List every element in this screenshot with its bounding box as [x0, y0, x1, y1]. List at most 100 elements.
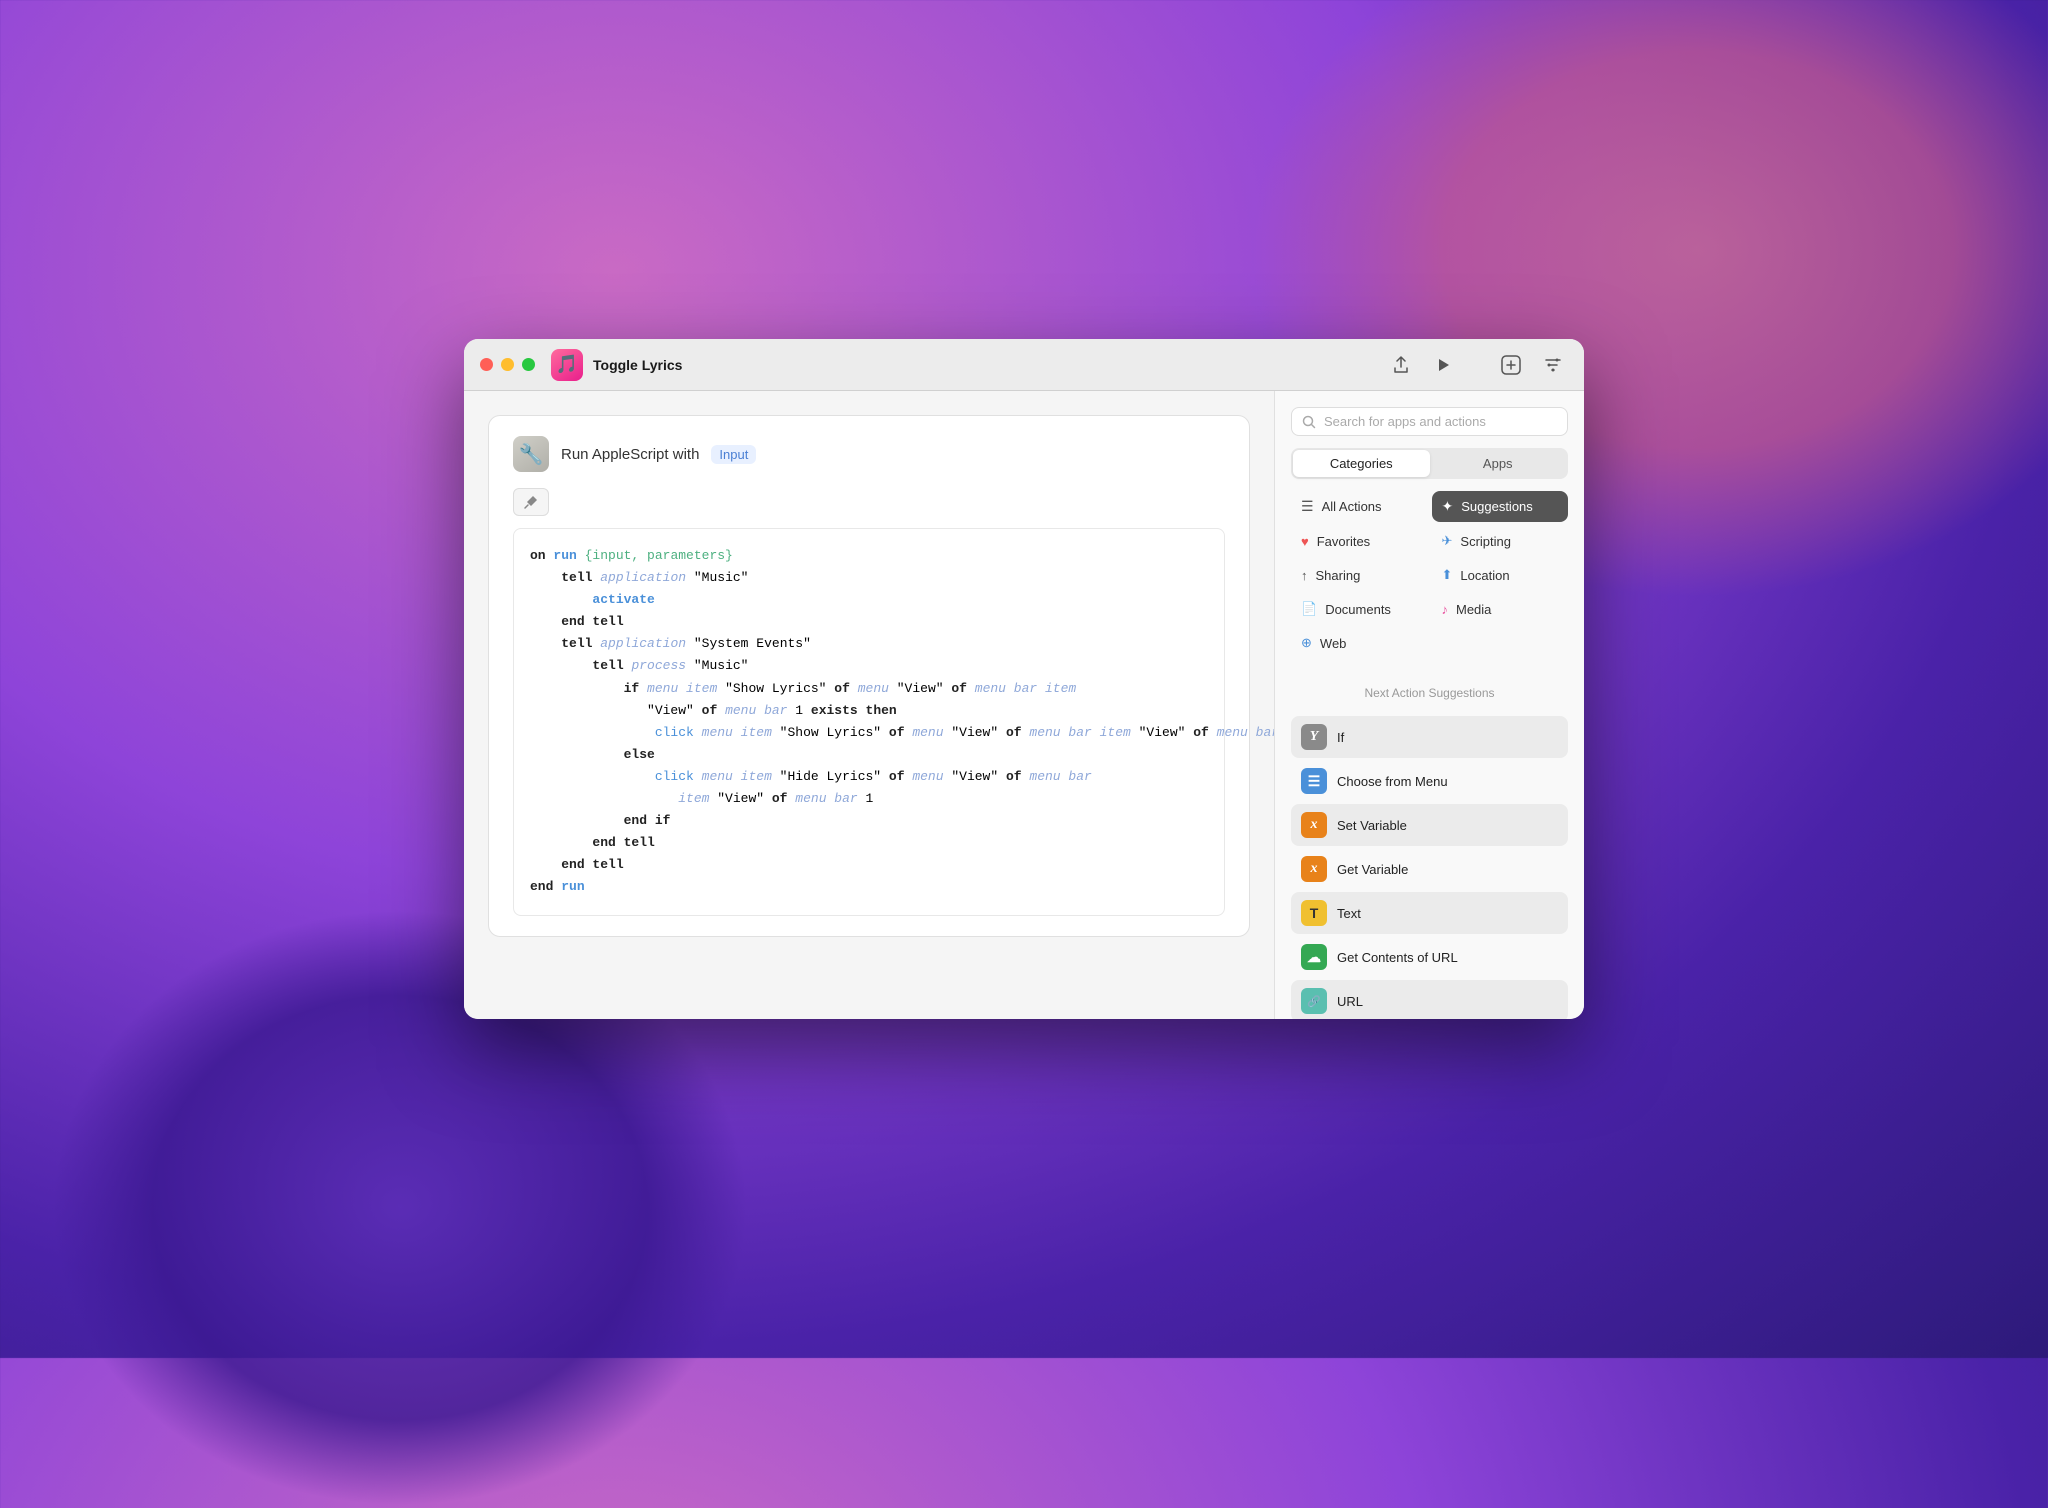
sidebar-item-media[interactable]: ♪ Media [1432, 594, 1569, 624]
code-line: end run [530, 876, 1208, 898]
close-button[interactable] [480, 358, 493, 371]
category-label: Sharing [1316, 568, 1361, 583]
category-label: Web [1320, 636, 1347, 651]
action-label: Get Contents of URL [1337, 950, 1458, 965]
action-icon-if: Y [1301, 724, 1327, 750]
share-cat-icon: ↑ [1301, 568, 1308, 583]
code-line: end tell [530, 832, 1208, 854]
script-header: 🔧 Run AppleScript with Input [513, 436, 1225, 472]
action-item-choose-from-menu[interactable]: ☰ Choose from Menu [1291, 760, 1568, 802]
traffic-lights [480, 358, 535, 371]
right-panel: Categories Apps ☰ All Actions ✦ Suggesti… [1274, 391, 1584, 1019]
code-line: click menu item "Show Lyrics" of menu "V… [530, 722, 1208, 744]
script-icon: ✈ [1442, 533, 1453, 549]
action-item-get-variable[interactable]: x Get Variable [1291, 848, 1568, 890]
category-label: Documents [1325, 602, 1391, 617]
search-icon [1302, 415, 1316, 429]
sidebar-item-location[interactable]: ⬆ Location [1432, 560, 1569, 590]
code-line: tell process "Music" [530, 655, 1208, 677]
action-item-get-contents-url[interactable]: ☁ Get Contents of URL [1291, 936, 1568, 978]
action-label: Choose from Menu [1337, 774, 1448, 789]
doc-icon: 📄 [1301, 601, 1317, 617]
sidebar-item-documents[interactable]: 📄 Documents [1291, 594, 1428, 624]
applescript-icon: 🔧 [513, 436, 549, 472]
action-icon-choose-from-menu: ☰ [1301, 768, 1327, 794]
list-icon: ☰ [1301, 498, 1314, 515]
tab-categories[interactable]: Categories [1293, 450, 1430, 477]
code-editor[interactable]: on run {input, parameters} tell applicat… [513, 528, 1225, 916]
action-label: If [1337, 730, 1344, 745]
action-item-set-variable[interactable]: x Set Variable [1291, 804, 1568, 846]
filter-icon [1542, 354, 1564, 376]
minimize-button[interactable] [501, 358, 514, 371]
tab-apps[interactable]: Apps [1430, 450, 1567, 477]
code-line: else [530, 744, 1208, 766]
heart-icon: ♥ [1301, 534, 1309, 549]
window-body: 🔧 Run AppleScript with Input on run {inp… [464, 391, 1584, 1019]
compile-button[interactable] [513, 488, 549, 516]
code-line: click menu item "Hide Lyrics" of menu "V… [530, 766, 1208, 788]
next-actions-title: Next Action Suggestions [1291, 682, 1568, 704]
play-icon [1434, 356, 1452, 374]
app-icon: 🎵 [551, 349, 583, 381]
action-icon-set-variable: x [1301, 812, 1327, 838]
category-label: Location [1460, 568, 1509, 583]
code-line: end if [530, 810, 1208, 832]
action-item-url[interactable]: 🔗 URL [1291, 980, 1568, 1019]
category-label: All Actions [1322, 499, 1382, 514]
left-panel: 🔧 Run AppleScript with Input on run {inp… [464, 391, 1274, 1019]
action-icon-url: 🔗 [1301, 988, 1327, 1014]
sidebar-item-suggestions[interactable]: ✦ Suggestions [1432, 491, 1569, 522]
sparkle-icon: ✦ [1442, 498, 1454, 515]
titlebar-right [1496, 350, 1568, 380]
categories-grid: ☰ All Actions ✦ Suggestions ♥ Favorites … [1291, 491, 1568, 658]
tab-bar: Categories Apps [1291, 448, 1568, 479]
share-icon [1392, 356, 1410, 374]
add-action-button[interactable] [1496, 350, 1526, 380]
action-icon-text: T [1301, 900, 1327, 926]
search-input[interactable] [1324, 414, 1557, 429]
category-label: Media [1456, 602, 1491, 617]
script-card: 🔧 Run AppleScript with Input on run {inp… [488, 415, 1250, 937]
action-icon-get-contents-url: ☁ [1301, 944, 1327, 970]
add-icon [1500, 354, 1522, 376]
filter-button[interactable] [1538, 350, 1568, 380]
search-bar [1291, 407, 1568, 436]
code-line: on run {input, parameters} [530, 545, 1208, 567]
input-badge[interactable]: Input [711, 445, 756, 464]
sidebar-item-scripting[interactable]: ✈ Scripting [1432, 526, 1569, 556]
share-button[interactable] [1388, 352, 1414, 378]
media-icon: ♪ [1442, 602, 1449, 617]
action-label: Text [1337, 906, 1361, 921]
sidebar-item-favorites[interactable]: ♥ Favorites [1291, 526, 1428, 556]
sidebar-item-sharing[interactable]: ↑ Sharing [1291, 560, 1428, 590]
window-title: Toggle Lyrics [593, 357, 1388, 373]
code-line: item "View" of menu bar 1 [530, 788, 1208, 810]
action-list: Y If ☰ Choose from Menu x Set Variable x [1291, 716, 1568, 1019]
hammer-icon [523, 494, 539, 510]
category-label: Scripting [1460, 534, 1511, 549]
location-icon: ⬆ [1442, 567, 1453, 583]
sidebar-item-web[interactable]: ⊕ Web [1291, 628, 1428, 658]
titlebar-actions [1388, 352, 1456, 378]
action-label: Get Variable [1337, 862, 1408, 877]
sidebar-item-all-actions[interactable]: ☰ All Actions [1291, 491, 1428, 522]
code-line: activate [530, 589, 1208, 611]
play-button[interactable] [1430, 352, 1456, 378]
web-icon: ⊕ [1301, 635, 1312, 651]
code-line: tell application "Music" [530, 567, 1208, 589]
code-line: "View" of menu bar 1 exists then [530, 700, 1208, 722]
action-item-if[interactable]: Y If [1291, 716, 1568, 758]
maximize-button[interactable] [522, 358, 535, 371]
action-item-text[interactable]: T Text [1291, 892, 1568, 934]
main-window: 🎵 Toggle Lyrics [464, 339, 1584, 1019]
category-label: Suggestions [1461, 499, 1533, 514]
code-line: end tell [530, 854, 1208, 876]
action-label: Set Variable [1337, 818, 1407, 833]
code-line: tell application "System Events" [530, 633, 1208, 655]
script-header-text: Run AppleScript with [561, 446, 699, 463]
action-label: URL [1337, 994, 1363, 1009]
code-line: end tell [530, 611, 1208, 633]
titlebar: 🎵 Toggle Lyrics [464, 339, 1584, 391]
code-line: if menu item "Show Lyrics" of menu "View… [530, 678, 1208, 700]
